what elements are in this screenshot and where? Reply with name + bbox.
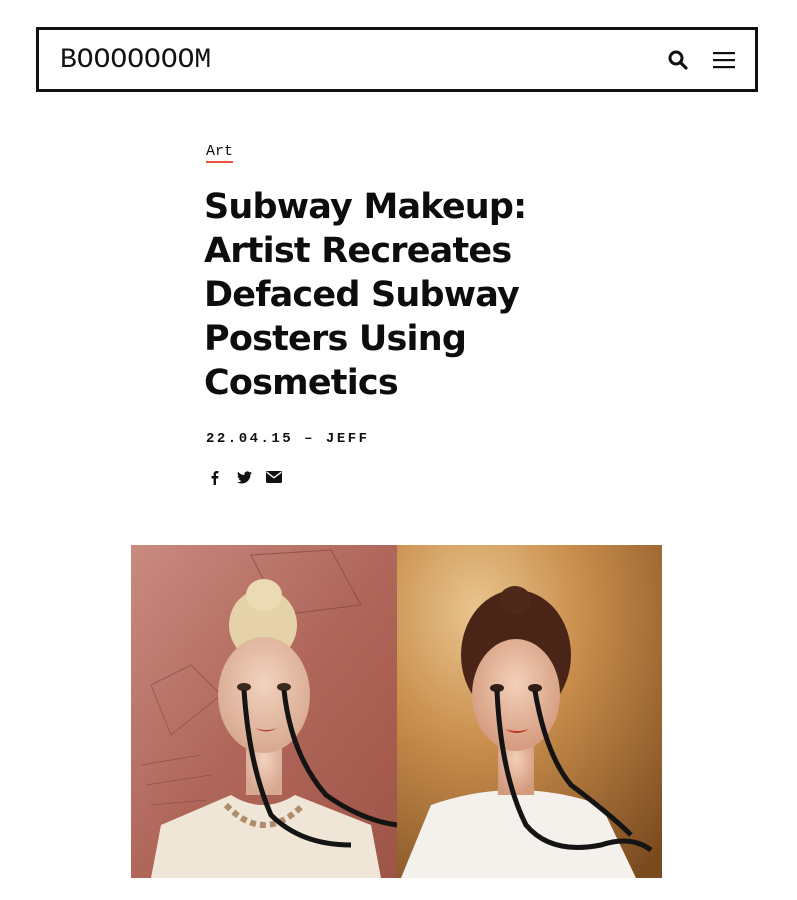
header-actions [667,49,735,71]
facebook-icon[interactable] [206,469,222,485]
article-title: Subway Makeup: Artist Recreates Defaced … [204,187,527,403]
share-bar [206,469,604,485]
site-header: BOOOOOOOM [36,27,758,92]
article-header: Art Subway Makeup: Artist Recreates Defa… [204,142,604,485]
category-link[interactable]: Art [206,143,234,163]
hero-photo-collage [131,545,662,878]
hamburger-menu-icon[interactable] [713,49,735,71]
twitter-icon[interactable] [236,469,252,485]
email-icon[interactable] [266,469,282,485]
site-logo[interactable]: BOOOOOOOM [60,46,211,76]
hero-image [131,545,662,878]
search-icon[interactable] [667,49,689,71]
article-meta: 22.04.15 – JEFF [206,431,370,447]
